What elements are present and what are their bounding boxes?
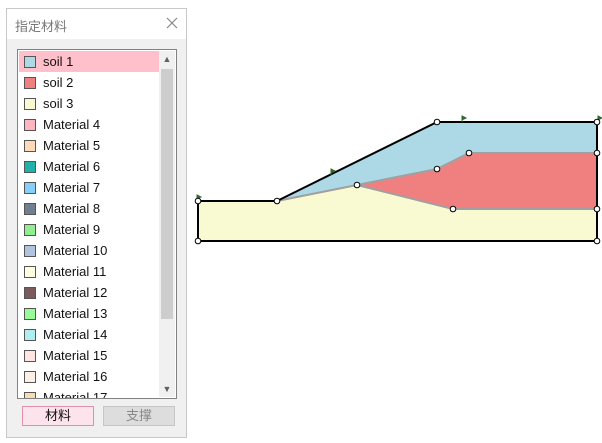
material-label: Material 14 [43, 327, 108, 342]
vertex[interactable] [449, 205, 457, 213]
material-label: Material 6 [43, 159, 101, 174]
material-list-item[interactable]: soil 2 [19, 72, 159, 93]
material-label: Material 9 [43, 222, 101, 237]
vertex[interactable] [194, 237, 202, 245]
material-label: Material 8 [43, 201, 101, 216]
vertex[interactable] [465, 149, 473, 157]
material-label: Material 10 [43, 243, 108, 258]
material-list-item[interactable]: Material 12 [19, 282, 159, 303]
material-label: soil 3 [43, 96, 74, 111]
color-swatch [24, 181, 36, 194]
material-list-item[interactable]: Material 4 [19, 114, 159, 135]
material-list-item[interactable]: Material 6 [19, 156, 159, 177]
scrollbar[interactable]: ▲ ▼ [159, 51, 175, 397]
color-swatch [24, 76, 36, 89]
material-label: Material 4 [43, 117, 101, 132]
material-label: Material 16 [43, 369, 108, 384]
color-swatch [24, 139, 36, 152]
material-label: Material 13 [43, 306, 108, 321]
material-label: soil 1 [43, 54, 74, 69]
vertex[interactable] [273, 197, 281, 205]
vertex[interactable] [433, 165, 441, 173]
material-label: Material 12 [43, 285, 108, 300]
material-list-item[interactable]: Material 15 [19, 345, 159, 366]
color-swatch [24, 160, 36, 173]
material-list-item[interactable]: Material 5 [19, 135, 159, 156]
material-list-item[interactable]: soil 3 [19, 93, 159, 114]
scrollbar-thumb[interactable] [161, 69, 173, 319]
color-swatch [24, 391, 36, 398]
material-label: soil 2 [43, 75, 74, 90]
material-list-item[interactable]: Material 11 [19, 261, 159, 282]
material-list-item[interactable]: soil 1 [19, 51, 159, 72]
color-swatch [24, 55, 36, 68]
color-swatch [24, 307, 36, 320]
material-list-item[interactable]: Material 8 [19, 198, 159, 219]
close-icon[interactable] [164, 15, 180, 31]
material-label: Material 15 [43, 348, 108, 363]
material-list-item[interactable]: Material 16 [19, 366, 159, 387]
material-label: Material 5 [43, 138, 101, 153]
vertex[interactable] [593, 118, 601, 126]
color-swatch [24, 370, 36, 383]
color-swatch [24, 286, 36, 299]
color-swatch [24, 202, 36, 215]
vertex[interactable] [593, 205, 601, 213]
dialog-title: 指定材料 [15, 19, 68, 34]
material-button[interactable]: 材料 [22, 406, 94, 426]
color-swatch [24, 223, 36, 236]
material-list[interactable]: soil 1 soil 2 soil 3 Material 4 Material 5 Ma… [17, 49, 177, 399]
vertex[interactable] [593, 237, 601, 245]
color-swatch [24, 244, 36, 257]
color-swatch [24, 349, 36, 362]
color-swatch [24, 97, 36, 110]
support-button[interactable]: 支撑 [103, 406, 175, 426]
material-list-item[interactable]: Material 10 [19, 240, 159, 261]
material-list-item[interactable]: Material 7 [19, 177, 159, 198]
color-swatch [24, 328, 36, 341]
chevron-up-icon[interactable]: ▲ [159, 51, 175, 67]
material-list-item[interactable]: Material 17 [19, 387, 159, 399]
vertex[interactable] [353, 181, 361, 189]
chevron-down-icon[interactable]: ▼ [159, 381, 175, 397]
vertex[interactable] [433, 118, 441, 126]
color-swatch [24, 265, 36, 278]
color-swatch [24, 118, 36, 131]
vertex[interactable] [194, 197, 202, 205]
vertex[interactable] [593, 149, 601, 157]
material-label: Material 11 [43, 264, 107, 279]
material-list-item[interactable]: Material 14 [19, 324, 159, 345]
material-list-items: soil 1 soil 2 soil 3 Material 4 Material 5 Ma… [19, 51, 159, 399]
dialog-titlebar: 指定材料 [7, 9, 186, 39]
material-label: Material 7 [43, 180, 101, 195]
material-label: Material 17 [43, 390, 108, 399]
assign-material-dialog: 指定材料 soil 1 soil 2 soil 3 Material 4 Materia… [6, 8, 187, 438]
material-list-item[interactable]: Material 13 [19, 303, 159, 324]
material-list-item[interactable]: Material 9 [19, 219, 159, 240]
